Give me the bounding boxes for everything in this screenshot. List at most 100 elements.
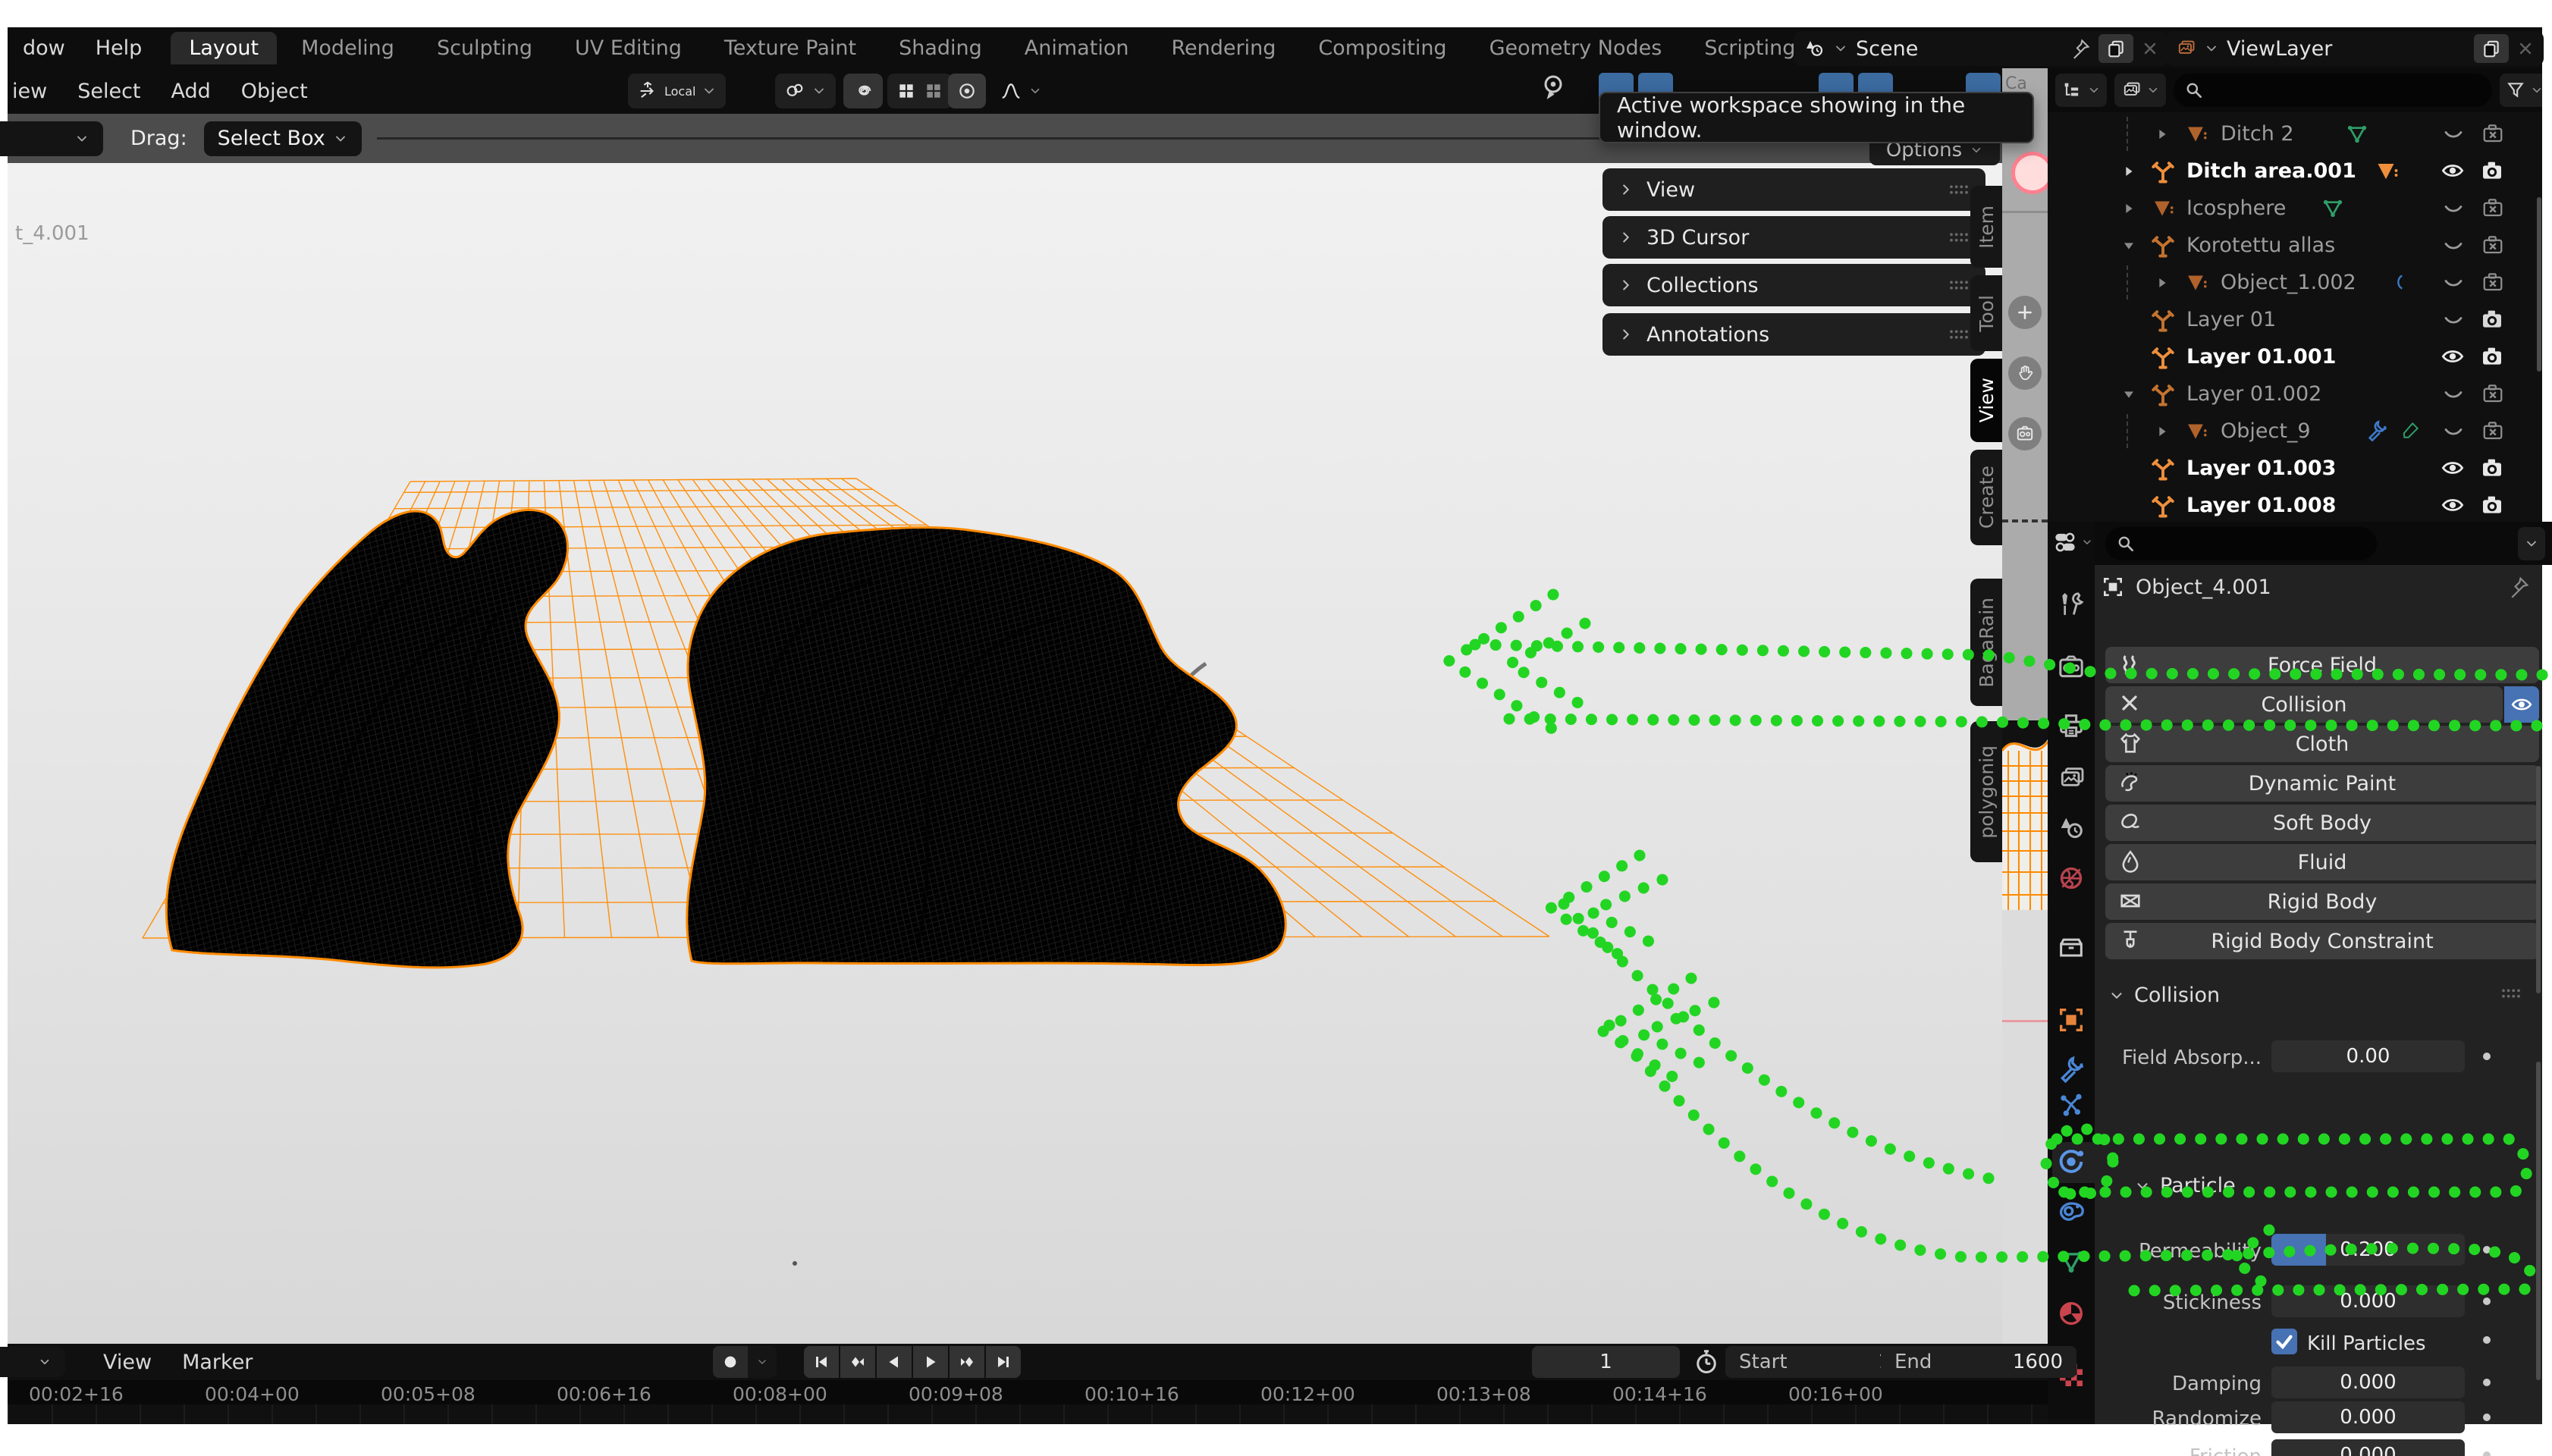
drag-dots-icon[interactable]: [1948, 226, 1970, 249]
tab-output[interactable]: [2056, 711, 2086, 741]
outliner-row-korotettu-allas[interactable]: Korotettu allas: [2048, 227, 2533, 264]
frame-start-field[interactable]: Start 1: [1725, 1346, 1904, 1378]
render-enable-icon[interactable]: [2480, 456, 2504, 480]
panel-collections[interactable]: Collections: [1602, 264, 1985, 306]
snapping-dropdown[interactable]: [775, 74, 836, 108]
transform-orientation-dropdown[interactable]: Local: [628, 74, 726, 108]
jump-to-start-button[interactable]: [804, 1346, 839, 1378]
prev-keyframe-button[interactable]: [840, 1346, 875, 1378]
play-button[interactable]: [913, 1346, 948, 1378]
randomize-damping-input[interactable]: 0.000: [2271, 1401, 2465, 1433]
select-box-dropdown[interactable]: Select Box: [204, 121, 362, 156]
render-enable-icon[interactable]: [2480, 344, 2504, 369]
hide-eye-icon[interactable]: [2442, 383, 2465, 406]
menu-object[interactable]: Object: [226, 80, 323, 103]
animate-dot[interactable]: [2483, 1053, 2491, 1060]
rigid-body-constraint-button[interactable]: Rigid Body Constraint: [2105, 923, 2539, 959]
proportional-falloff-toggle[interactable]: [948, 74, 986, 108]
properties-scrollbar[interactable]: [2536, 766, 2541, 993]
tab-material[interactable]: [2056, 1298, 2086, 1329]
sidebar-tab-item[interactable]: Item: [1970, 186, 2002, 268]
breadcrumb-object-name[interactable]: Object_4.001: [2136, 576, 2271, 599]
tab-physics[interactable]: [2056, 1147, 2086, 1177]
kill-particles-checkbox[interactable]: [2271, 1329, 2297, 1354]
outliner-search-input[interactable]: [2174, 74, 2492, 107]
sidebar-tab-create[interactable]: Create: [1970, 450, 2002, 545]
tab-particles[interactable]: [2056, 1090, 2086, 1121]
snap-elements-group[interactable]: [887, 74, 953, 108]
collision-section-header[interactable]: Collision: [2108, 984, 2220, 1007]
stickiness-input[interactable]: 0.000: [2271, 1285, 2465, 1317]
menu-select[interactable]: Select: [62, 80, 155, 103]
soft-body-button[interactable]: Soft Body: [2105, 805, 2539, 841]
workspace-tab-uv-editing[interactable]: UV Editing: [557, 32, 700, 64]
menu-help[interactable]: Help: [80, 36, 158, 60]
animate-dot[interactable]: [2483, 1336, 2491, 1344]
workspace-tab-layout[interactable]: Layout: [171, 32, 277, 64]
render-disable-icon[interactable]: [2481, 122, 2504, 145]
tab-tool[interactable]: [2056, 589, 2086, 620]
remove-viewlayer-icon[interactable]: [2516, 39, 2535, 58]
expander-icon[interactable]: [2120, 200, 2137, 217]
sidebar-tab-view[interactable]: View: [1970, 359, 2002, 442]
panel-annotations[interactable]: Annotations: [1602, 313, 1985, 356]
drag-dots-icon[interactable]: [1948, 323, 1970, 346]
permeability-slider[interactable]: 0.200: [2271, 1234, 2465, 1266]
new-scene-button[interactable]: [2098, 34, 2133, 63]
render-disable-icon[interactable]: [2481, 271, 2504, 293]
animate-dot[interactable]: [2483, 1246, 2491, 1254]
animate-dot[interactable]: [2483, 1451, 2491, 1456]
field-absorption-input[interactable]: 0.00: [2271, 1040, 2465, 1072]
outliner-row-layer-01-008[interactable]: Layer 01.008: [2048, 487, 2533, 522]
editor-type-dropdown[interactable]: [0, 1347, 65, 1377]
outliner-row-object-1-002[interactable]: Object_1.002: [2048, 264, 2533, 301]
outliner-row-layer-01-003[interactable]: Layer 01.003: [2048, 450, 2533, 487]
outliner-scrollbar[interactable]: [2537, 197, 2541, 372]
pan-gizmo[interactable]: [2008, 356, 2042, 390]
animate-dot[interactable]: [2483, 1298, 2491, 1305]
tool-mode-dropdown[interactable]: [0, 121, 103, 156]
viewlayer-selector[interactable]: ViewLayer: [2166, 31, 2544, 66]
current-frame-field[interactable]: 1: [1532, 1346, 1680, 1378]
keying-set-dropdown[interactable]: [748, 1346, 777, 1378]
tab-object[interactable]: [2056, 1005, 2086, 1035]
hide-eye-icon[interactable]: [2441, 493, 2465, 517]
filter-dropdown[interactable]: [2500, 74, 2542, 107]
outliner-row-ditch-area[interactable]: Ditch area.001: [2048, 152, 2533, 190]
hide-eye-icon[interactable]: [2441, 158, 2465, 183]
menu-view[interactable]: iew: [8, 80, 62, 103]
workspace-tab-geometry-nodes[interactable]: Geometry Nodes: [1471, 32, 1681, 64]
particle-subsection-header[interactable]: Particle: [2134, 1174, 2236, 1197]
menu-add[interactable]: Add: [156, 80, 226, 103]
render-enable-icon[interactable]: [2480, 307, 2504, 331]
tab-object-data[interactable]: [2056, 1246, 2086, 1276]
timeline-grid[interactable]: [8, 1404, 2048, 1424]
collision-button[interactable]: Collision: [2105, 686, 2503, 723]
workspace-tab-animation[interactable]: Animation: [1006, 32, 1147, 64]
workspace-tab-shading[interactable]: Shading: [880, 32, 1000, 64]
sidebar-tab-polygoniq[interactable]: polygoniq: [1970, 721, 2002, 862]
proportional-editing-toggle[interactable]: [843, 74, 883, 108]
outliner-row-layer-01-001[interactable]: Layer 01.001: [2048, 338, 2533, 375]
play-reverse-button[interactable]: [877, 1346, 912, 1378]
collision-visibility-toggle[interactable]: [2504, 686, 2539, 723]
workspace-tab-modeling[interactable]: Modeling: [283, 32, 413, 64]
properties-scrollbar[interactable]: [2536, 1062, 2541, 1380]
outliner-row-ditch-2[interactable]: Ditch 2: [2048, 115, 2533, 152]
workspace-tab-texture-paint[interactable]: Texture Paint: [706, 32, 874, 64]
hide-eye-icon[interactable]: [2442, 420, 2465, 443]
axis-gizmo-ball[interactable]: [2011, 152, 2048, 194]
hide-eye-icon[interactable]: [2442, 197, 2465, 220]
gizmo-visibility-button[interactable]: [1538, 73, 1568, 103]
new-viewlayer-button[interactable]: [2474, 34, 2509, 63]
tab-view-layer[interactable]: [2056, 764, 2086, 794]
render-disable-icon[interactable]: [2481, 196, 2504, 219]
rigid-body-button[interactable]: Rigid Body: [2105, 883, 2539, 920]
timeline-menu-marker[interactable]: Marker: [167, 1351, 268, 1374]
hide-eye-icon[interactable]: [2442, 123, 2465, 146]
unlink-scene-icon[interactable]: [2141, 39, 2159, 58]
expander-icon[interactable]: [2120, 237, 2137, 254]
menu-window[interactable]: dow: [8, 36, 80, 60]
damping-input[interactable]: 0.000: [2271, 1367, 2465, 1398]
jump-to-end-button[interactable]: [986, 1346, 1021, 1378]
